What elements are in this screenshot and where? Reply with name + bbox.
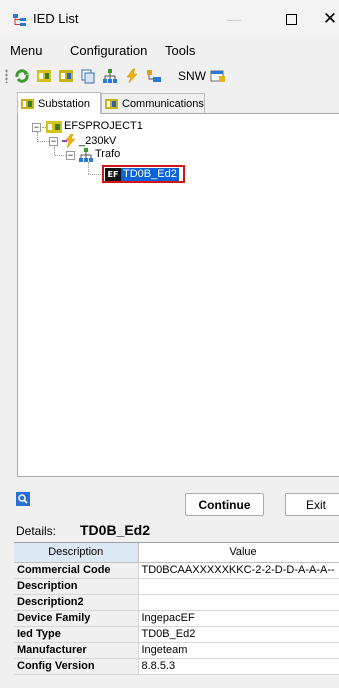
- properties-icon[interactable]: [210, 68, 226, 84]
- add-ied-icon[interactable]: [36, 68, 52, 84]
- action-bar: Continue Exit: [0, 480, 339, 518]
- maximize-icon: [285, 13, 297, 25]
- table-row[interactable]: Ied Type TD0B_Ed2: [14, 626, 339, 643]
- row-key: Description2: [14, 594, 139, 611]
- tab-communications-label: Communications: [122, 97, 204, 110]
- communications-tab-icon: [105, 98, 118, 109]
- bay-icon: [79, 148, 93, 162]
- title-bar: IED List — ✕: [0, 0, 339, 36]
- substation-tree[interactable]: − EFSPROJECT1 − _230kV − Trafo EF TD0B_E…: [17, 113, 339, 477]
- table-row[interactable]: Description: [14, 578, 339, 595]
- row-value: IngepacEF: [138, 610, 339, 627]
- tab-communications[interactable]: Communications: [101, 93, 205, 113]
- tree-connector: [38, 141, 49, 142]
- root-collapse-toggle[interactable]: −: [32, 123, 41, 132]
- row-value: TD0B_Ed2: [138, 626, 339, 643]
- voltage-level-icon: [62, 134, 76, 148]
- voltage-collapse-toggle[interactable]: −: [49, 137, 58, 146]
- row-value: 8.8.5.3: [138, 658, 339, 675]
- tab-substation[interactable]: Substation: [17, 92, 101, 114]
- snw-label[interactable]: SNW: [178, 69, 206, 83]
- tree-node-ied[interactable]: TD0B_Ed2: [121, 168, 179, 181]
- row-value: [138, 594, 339, 611]
- table-row[interactable]: Description2: [14, 594, 339, 611]
- tab-substation-label: Substation: [38, 97, 90, 110]
- tree-connector: [55, 155, 66, 156]
- details-header: Details: TD0B_Ed2: [0, 518, 339, 542]
- details-value: TD0B_Ed2: [80, 522, 151, 538]
- row-key: Ied Type: [14, 626, 139, 643]
- row-value: Ingeteam: [138, 642, 339, 659]
- details-table: Description Value Commercial Code TD0BCA…: [14, 543, 339, 675]
- menu-item-configuration[interactable]: Configuration: [70, 43, 147, 58]
- import-ied-icon[interactable]: [58, 68, 74, 84]
- table-row[interactable]: Manufacturer Ingeteam: [14, 642, 339, 659]
- menu-bar: Menu Configuration Tools: [0, 40, 339, 62]
- tree-node-bay[interactable]: Trafo: [95, 148, 120, 160]
- ied-ef-icon: EF: [105, 168, 121, 181]
- window-title: IED List: [33, 11, 79, 26]
- tree-connector: [54, 147, 55, 155]
- menu-item-menu[interactable]: Menu: [10, 43, 43, 58]
- refresh-icon[interactable]: [14, 68, 30, 84]
- row-key: Device Family: [14, 610, 139, 627]
- maximize-button[interactable]: [279, 8, 303, 30]
- substation-network-icon[interactable]: [146, 68, 162, 84]
- substation-tab-icon: [21, 98, 34, 109]
- voltage-icon[interactable]: [124, 68, 140, 84]
- tree-connector: [88, 162, 89, 174]
- exit-button[interactable]: Exit: [285, 493, 339, 516]
- tree-node-voltage[interactable]: _230kV: [79, 135, 116, 147]
- tree-connector: [88, 174, 103, 175]
- row-value: [138, 578, 339, 595]
- bay-collapse-toggle[interactable]: −: [66, 151, 75, 160]
- minimize-button[interactable]: —: [222, 8, 246, 30]
- row-key: Manufacturer: [14, 642, 139, 659]
- toolbar: SNW: [0, 62, 339, 90]
- column-header-description[interactable]: Description: [14, 543, 139, 563]
- copy-icon[interactable]: [80, 68, 96, 84]
- toolbar-grip[interactable]: [5, 69, 8, 83]
- continue-button[interactable]: Continue: [185, 493, 264, 516]
- table-row[interactable]: Config Version 8.8.5.3: [14, 658, 339, 675]
- column-header-value[interactable]: Value: [138, 543, 339, 563]
- table-row[interactable]: Device Family IngepacEF: [14, 610, 339, 627]
- tree-node-project[interactable]: EFSPROJECT1: [64, 120, 143, 132]
- row-key: Config Version: [14, 658, 139, 675]
- details-label: Details:: [16, 524, 57, 538]
- close-button[interactable]: ✕: [318, 8, 339, 30]
- menu-item-tools[interactable]: Tools: [165, 43, 195, 58]
- details-grid[interactable]: Description Value Commercial Code TD0BCA…: [14, 542, 339, 688]
- project-icon: [46, 121, 62, 133]
- row-key: Description: [14, 578, 139, 595]
- ied-list-app-icon: [13, 14, 26, 26]
- table-header-row: Description Value: [14, 543, 339, 563]
- network-icon[interactable]: [102, 68, 118, 84]
- table-row[interactable]: Commercial Code TD0BCAAXXXXXKKC-2-2-D-D-…: [14, 562, 339, 579]
- row-key: Commercial Code: [14, 562, 139, 579]
- search-ied-icon[interactable]: [16, 492, 30, 506]
- row-value: TD0BCAAXXXXXKKC-2-2-D-D-A-A-A--: [138, 562, 339, 579]
